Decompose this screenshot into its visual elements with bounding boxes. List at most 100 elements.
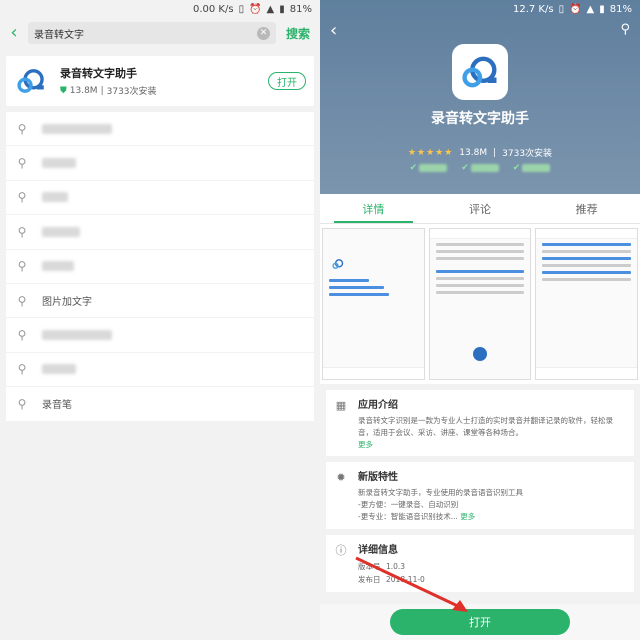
screenshot-gallery[interactable]	[320, 224, 640, 384]
search-screen: 0.00 K/s ▯ ⏰ ▲ ▮ 81% ‹ ✕ 搜索 录音转文字助手 ⛊ 13…	[0, 0, 320, 640]
app-size: 13.8M	[459, 147, 488, 158]
blurred-suggestion-text	[42, 330, 112, 341]
suggestion-item[interactable]: ⚲	[6, 250, 314, 284]
search-button[interactable]: 搜索	[282, 25, 314, 42]
app-rating: ★★★★★ 13.8M | 3733次安装	[320, 146, 640, 160]
suggestion-item[interactable]: ⚲	[6, 318, 314, 353]
record-icon	[473, 347, 487, 361]
suggestion-item[interactable]: ⚲	[6, 112, 314, 147]
section-title: 详细信息	[358, 545, 398, 556]
badge: ✔	[513, 163, 551, 173]
badge: ✔	[410, 163, 448, 173]
search-box[interactable]: ✕	[28, 22, 276, 44]
tab-details[interactable]: 详情	[320, 194, 427, 223]
search-icon[interactable]: ⚲	[620, 22, 630, 42]
screenshot-2[interactable]	[428, 228, 532, 380]
search-icon: ⚲	[17, 224, 27, 239]
safety-badges: ✔ ✔ ✔	[320, 163, 640, 173]
features-more-link[interactable]: 更多	[460, 512, 475, 521]
battery-icon: ▮	[279, 3, 285, 15]
app-result-card[interactable]: 录音转文字助手 ⛊ 13.8M | 3733次安装 打开	[6, 56, 314, 106]
search-icon: ⚲	[17, 328, 27, 343]
blurred-suggestion-text	[42, 261, 74, 272]
search-icon: ⚲	[17, 396, 27, 411]
intro-more-link[interactable]: 更多	[358, 439, 626, 450]
signal-icon: ▲	[586, 3, 595, 15]
blurred-suggestion-text	[42, 158, 76, 169]
feature-line: 新录音转文字助手，专业使用的录音语音识别工具	[358, 488, 523, 497]
badge: ✔	[461, 163, 499, 173]
app-meta: ⛊ 13.8M | 3733次安装	[60, 84, 268, 98]
suggestion-item[interactable]: ⚲ 录音笔	[6, 387, 314, 422]
app-logo-icon	[17, 69, 44, 93]
blurred-suggestion-text	[42, 123, 112, 134]
app-logo	[452, 44, 508, 100]
screenshot-3[interactable]	[535, 228, 639, 380]
intro-section: ▦ 应用介绍 录音转文字识别是一款为专业人士打造的实时录音并翻译记录的软件，轻松…	[326, 390, 634, 456]
meta-separator: |	[100, 85, 104, 96]
grid-icon: ▦	[335, 398, 347, 412]
app-hero: 12.7 K/s ▯ ⏰ ▲ ▮ 81% ‹ ⚲ 录音转文字助手 ★★★★★ 1…	[320, 0, 640, 194]
suggestion-item[interactable]: ⚲	[6, 181, 314, 216]
check-icon: ✔	[461, 163, 469, 173]
search-icon: ⚲	[17, 259, 27, 274]
suggestion-text: 录音笔	[42, 400, 72, 412]
feature-line: -更方便：一键录音、自动识别	[358, 500, 459, 509]
app-installs: 3733次安装	[106, 87, 157, 97]
section-title: 新版特性	[358, 472, 398, 483]
section-title: 应用介绍	[358, 400, 398, 411]
search-icon: ⚲	[17, 121, 27, 136]
open-button[interactable]: 打开	[268, 72, 306, 90]
app-logo-icon	[462, 56, 497, 88]
screenshot-1[interactable]	[322, 228, 425, 380]
battery-level: 81%	[289, 3, 312, 15]
app-installs: 3733次安装	[502, 149, 553, 159]
suggestion-item[interactable]: ⚲	[6, 146, 314, 181]
feature-line: -更专业：智能语音识别技术... 更多	[358, 512, 476, 521]
app-name: 录音转文字助手	[60, 67, 137, 80]
back-icon[interactable]: ‹	[6, 24, 22, 42]
alarm-icon: ⏰	[249, 3, 262, 15]
back-icon[interactable]: ‹	[330, 22, 337, 42]
red-arrow-annotation	[355, 556, 468, 612]
suggestion-list: ⚲ ⚲ ⚲ ⚲ ⚲ ⚲ 图片加文字 ⚲ ⚲ ⚲ 录音笔	[6, 112, 314, 422]
app-logo-icon	[332, 259, 344, 269]
meta-separator: |	[493, 147, 497, 158]
vibrate-icon: ▯	[238, 3, 245, 15]
clear-icon[interactable]: ✕	[256, 26, 270, 40]
app-size: 13.8M	[69, 85, 98, 96]
app-title: 录音转文字助手	[431, 111, 529, 127]
alarm-icon: ⏰	[569, 3, 582, 15]
suggestion-item[interactable]: ⚲ 图片加文字	[6, 284, 314, 319]
check-icon: ✔	[409, 163, 418, 173]
search-input[interactable]	[34, 27, 257, 39]
app-detail-screen: 12.7 K/s ▯ ⏰ ▲ ▮ 81% ‹ ⚲ 录音转文字助手 ★★★★★ 1…	[320, 0, 640, 640]
tab-comments[interactable]: 评论	[427, 194, 534, 223]
verified-shield-icon: ⛊	[60, 85, 67, 96]
net-speed: 12.7 K/s	[512, 3, 554, 15]
suggestion-item[interactable]: ⚲	[6, 215, 314, 250]
search-icon: ⚲	[17, 293, 27, 308]
suggestion-text: 图片加文字	[42, 297, 92, 309]
vibrate-icon: ▯	[558, 3, 565, 15]
detail-tabs: 详情 评论 推荐	[320, 194, 640, 224]
net-speed: 0.00 K/s	[192, 3, 234, 15]
blurred-suggestion-text	[42, 192, 68, 203]
status-bar: 12.7 K/s ▯ ⏰ ▲ ▮ 81%	[320, 0, 640, 18]
battery-icon: ▮	[599, 3, 605, 15]
new-badge-icon: ✹	[336, 470, 346, 484]
status-bar: 0.00 K/s ▯ ⏰ ▲ ▮ 81%	[0, 0, 320, 18]
signal-icon: ▲	[266, 3, 275, 15]
blurred-suggestion-text	[42, 226, 80, 237]
search-icon: ⚲	[17, 362, 27, 377]
suggestion-item[interactable]: ⚲	[6, 353, 314, 388]
battery-level: 81%	[609, 3, 632, 15]
new-features-section: ✹ 新版特性 新录音转文字助手，专业使用的录音语音识别工具 -更方便：一键录音、…	[326, 462, 634, 529]
search-icon: ⚲	[17, 190, 27, 205]
intro-text: 录音转文字识别是一款为专业人士打造的实时录音并翻译记录的软件，轻松录音，适用于会…	[358, 416, 613, 437]
blurred-suggestion-text	[42, 364, 76, 375]
rating-stars: ★★★★★	[407, 147, 454, 158]
search-icon: ⚲	[17, 156, 27, 171]
check-icon: ✔	[512, 163, 521, 173]
tab-recommend[interactable]: 推荐	[533, 194, 640, 223]
